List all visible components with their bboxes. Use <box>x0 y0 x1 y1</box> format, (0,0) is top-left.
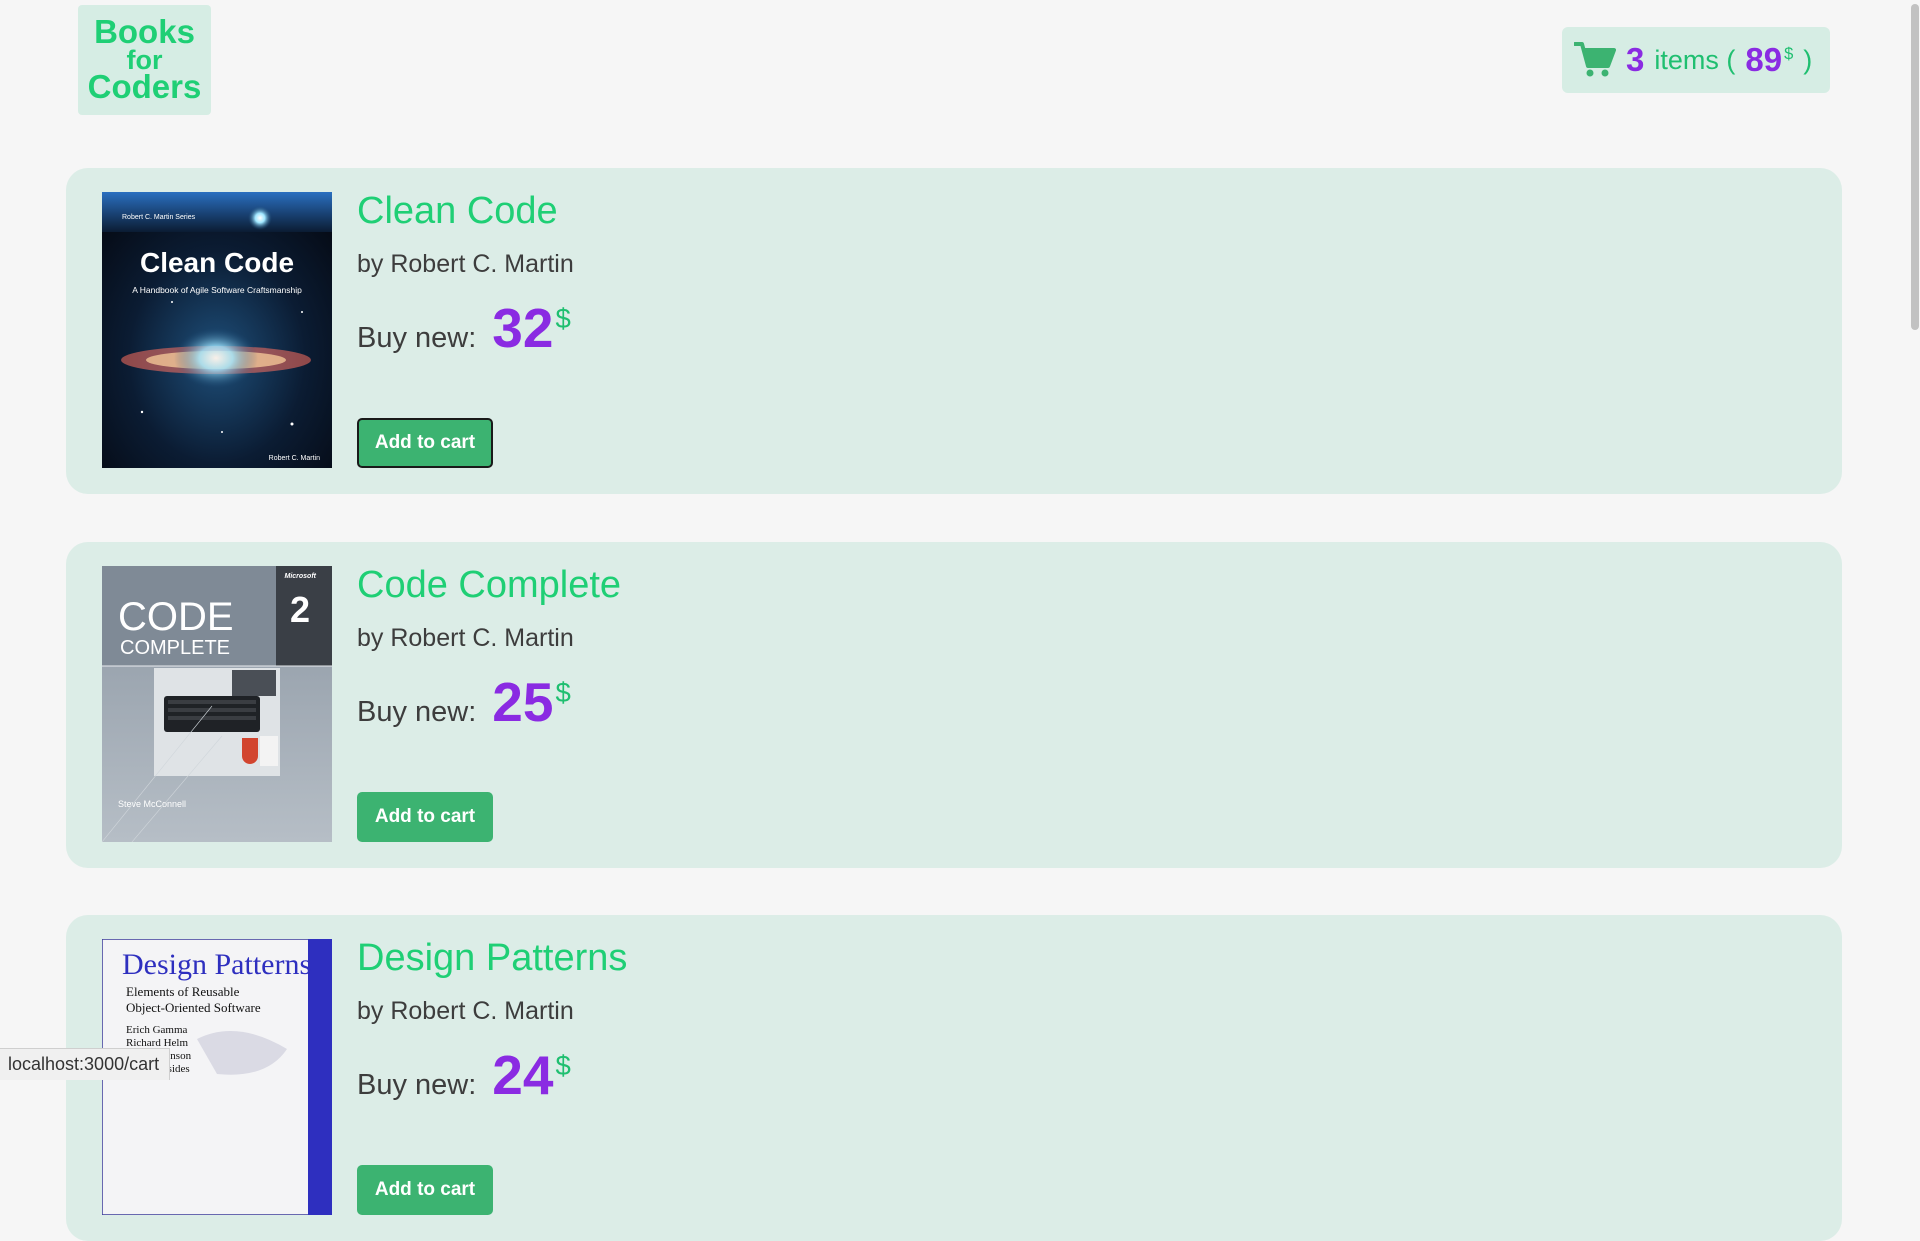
book-card-design-patterns: Design Patterns Elements of Reusable Obj… <box>66 915 1842 1241</box>
cover-title-text: Clean Code <box>140 247 294 278</box>
cover-title-text: CODE <box>118 595 234 639</box>
cart-total: 89$ <box>1745 41 1793 79</box>
price-line: Buy new: 25$ <box>357 670 571 734</box>
price-label: Buy new: <box>357 322 476 355</box>
book-author: by Robert C. Martin <box>357 997 574 1026</box>
cover-subtitle-line1: Elements of Reusable <box>126 984 240 999</box>
price-currency: $ <box>555 677 570 708</box>
book-cover-code-complete: Microsoft 2 CODE COMPLETE Steve McConnel… <box>102 566 332 842</box>
cart-close-paren: ) <box>1803 45 1812 76</box>
price-value: 25 <box>492 671 553 733</box>
price-line: Buy new: 24$ <box>357 1043 571 1107</box>
book-author: by Robert C. Martin <box>357 250 574 279</box>
add-to-cart-button[interactable]: Add to cart <box>357 1165 493 1215</box>
cover-edition-text: 2 <box>290 589 310 630</box>
add-to-cart-button[interactable]: Add to cart <box>357 418 493 468</box>
cart-summary-button[interactable]: 3 items ( 89$ ) <box>1562 27 1830 93</box>
cart-items-label: items ( <box>1654 45 1735 76</box>
link-status-bar: localhost:3000/cart <box>0 1048 170 1080</box>
price-currency: $ <box>555 303 570 334</box>
cover-author-text: Robert C. Martin <box>269 455 320 462</box>
cover-brand-text: Microsoft <box>285 573 317 580</box>
book-card-code-complete: Microsoft 2 CODE COMPLETE Steve McConnel… <box>66 542 1842 868</box>
book-card-clean-code: Robert C. Martin Series Clean Code A Han… <box>66 168 1842 494</box>
clean-code-cover-art: Robert C. Martin Series Clean Code A Han… <box>102 192 332 468</box>
book-cover-clean-code: Robert C. Martin Series Clean Code A Han… <box>102 192 332 468</box>
cart-currency: $ <box>1784 45 1793 63</box>
cover-subtitle-text: COMPLETE <box>120 637 230 659</box>
price-value: 32 <box>492 297 553 359</box>
code-complete-cover-art: Microsoft 2 CODE COMPLETE Steve McConnel… <box>102 566 332 842</box>
price-currency: $ <box>555 1050 570 1081</box>
book-title[interactable]: Code Complete <box>357 564 621 607</box>
cover-title-text: Design Patterns <box>122 948 311 981</box>
cart-item-count: 3 <box>1626 41 1644 79</box>
cart-total-value: 89 <box>1745 41 1782 78</box>
cover-subtitle-line2: Object-Oriented Software <box>126 1000 261 1015</box>
price-line: Buy new: 32$ <box>357 296 571 360</box>
cover-series-text: Robert C. Martin Series <box>122 214 196 221</box>
cover-author-1: Erich Gamma <box>126 1024 188 1036</box>
logo-line-coders: Coders <box>88 72 202 102</box>
book-title[interactable]: Clean Code <box>357 190 558 233</box>
shopping-cart-icon <box>1574 41 1616 79</box>
book-author: by Robert C. Martin <box>357 624 574 653</box>
cover-subtitle-text: A Handbook of Agile Software Craftsmansh… <box>132 285 302 295</box>
price-label: Buy new: <box>357 1069 476 1102</box>
book-price: 25$ <box>492 670 570 734</box>
cover-author-text: Steve McConnell <box>118 799 186 809</box>
book-title[interactable]: Design Patterns <box>357 937 627 980</box>
add-to-cart-button[interactable]: Add to cart <box>357 792 493 842</box>
book-price: 24$ <box>492 1043 570 1107</box>
vertical-scrollbar[interactable] <box>1908 0 1920 1080</box>
price-value: 24 <box>492 1044 553 1106</box>
scrollbar-thumb[interactable] <box>1911 4 1919 330</box>
logo-line-books: Books <box>94 17 195 47</box>
price-label: Buy new: <box>357 696 476 729</box>
book-price: 32$ <box>492 296 570 360</box>
site-logo[interactable]: Books for Coders <box>78 5 211 115</box>
